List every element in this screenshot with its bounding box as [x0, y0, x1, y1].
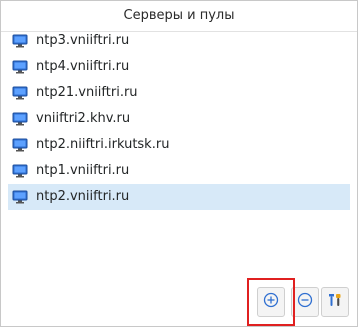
- configure-server-button[interactable]: [321, 287, 349, 317]
- list-item[interactable]: ntp3.vniiftri.ru: [8, 28, 350, 54]
- server-label: ntp21.vniiftri.ru: [36, 85, 138, 100]
- server-list[interactable]: ntp3.vniiftri.ru ntp4.vniiftri.ru ntp21.…: [8, 28, 350, 210]
- list-item[interactable]: vniiftri2.khv.ru: [8, 106, 350, 132]
- monitor-icon: [12, 190, 28, 204]
- list-item[interactable]: ntp2.niiftri.irkutsk.ru: [8, 132, 350, 158]
- monitor-icon: [12, 60, 28, 74]
- servers-panel: Серверы и пулы ntp3.vniiftri.ru ntp4.vni…: [0, 0, 358, 327]
- monitor-icon: [12, 34, 28, 48]
- remove-server-button[interactable]: [291, 287, 319, 317]
- list-item-selected[interactable]: ntp2.vniiftri.ru: [8, 184, 350, 210]
- list-item[interactable]: ntp4.vniiftri.ru: [8, 54, 350, 80]
- monitor-icon: [12, 138, 28, 152]
- configure-icon: [327, 292, 343, 312]
- server-label: ntp2.niiftri.irkutsk.ru: [36, 137, 170, 152]
- server-label: ntp3.vniiftri.ru: [36, 33, 130, 48]
- list-item[interactable]: ntp1.vniiftri.ru: [8, 158, 350, 184]
- server-label: ntp2.vniiftri.ru: [36, 189, 130, 204]
- add-icon: [263, 292, 279, 312]
- list-item[interactable]: ntp21.vniiftri.ru: [8, 80, 350, 106]
- server-label: ntp4.vniiftri.ru: [36, 59, 130, 74]
- remove-icon: [297, 292, 313, 312]
- monitor-icon: [12, 164, 28, 178]
- server-label: vniiftri2.khv.ru: [36, 111, 131, 126]
- monitor-icon: [12, 112, 28, 126]
- server-label: ntp1.vniiftri.ru: [36, 163, 130, 178]
- monitor-icon: [12, 86, 28, 100]
- add-server-button[interactable]: [257, 287, 285, 317]
